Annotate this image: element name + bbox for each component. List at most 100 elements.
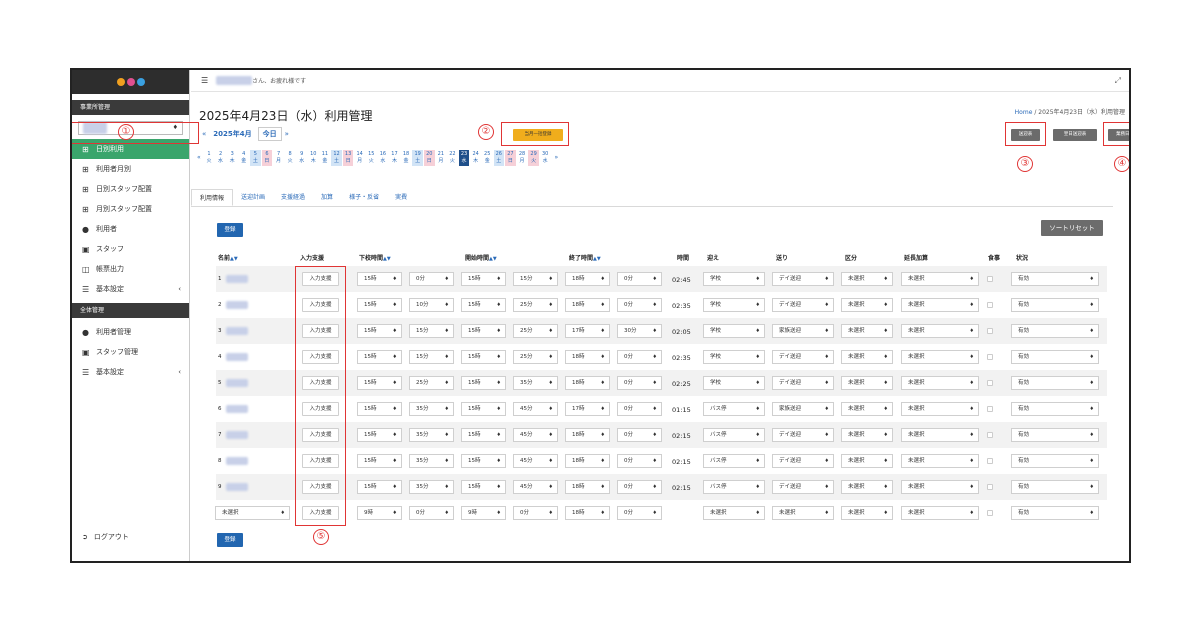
calendar-day[interactable]: 27 日 — [505, 150, 516, 166]
start-hour-select[interactable]: 15時 — [461, 454, 506, 468]
meal-checkbox[interactable] — [987, 458, 993, 464]
calendar-day[interactable]: 16 水 — [378, 150, 389, 166]
calendar-day[interactable]: 28 月 — [517, 150, 528, 166]
school-end-hour-select[interactable]: 15時 — [357, 428, 402, 442]
status-select[interactable]: 有効 — [1011, 402, 1099, 416]
start-minute-select[interactable]: 25分 — [513, 350, 558, 364]
calendar-day[interactable]: 3木 — [227, 150, 238, 166]
extension-select[interactable]: 未選択 — [901, 272, 979, 286]
end-minute-select[interactable]: 0分 — [617, 506, 662, 520]
end-minute-select[interactable]: 0分 — [617, 350, 662, 364]
logout-link[interactable]: ➲ ログアウト — [82, 532, 129, 542]
start-minute-select[interactable]: 25分 — [513, 324, 558, 338]
extension-select[interactable]: 未選択 — [901, 402, 979, 416]
school-end-hour-select[interactable]: 15時 — [357, 402, 402, 416]
breadcrumb-home[interactable]: Home — [1015, 109, 1033, 116]
start-hour-select[interactable]: 9時 — [461, 506, 506, 520]
calendar-day[interactable]: 24 木 — [470, 150, 481, 166]
end-minute-select[interactable]: 0分 — [617, 402, 662, 416]
end-hour-select[interactable]: 18時 — [565, 506, 610, 520]
extension-select[interactable]: 未選択 — [901, 298, 979, 312]
school-end-minute-select[interactable]: 35分 — [409, 428, 454, 442]
pickup-select[interactable]: 学校 — [703, 376, 765, 390]
sidebar-item-global-settings[interactable]: ☰ 基本設定 ‹ — [72, 362, 189, 382]
sidebar-item-staff[interactable]: ▣ スタッフ — [72, 239, 189, 259]
calendar-next-icon[interactable]: » — [554, 154, 558, 161]
category-select[interactable]: 未選択 — [841, 402, 893, 416]
start-hour-select[interactable]: 15時 — [461, 324, 506, 338]
user-name[interactable]: 利用者名 — [226, 431, 249, 439]
calendar-prev-icon[interactable]: « — [197, 154, 201, 161]
new-user-select[interactable]: 未選択 — [215, 506, 290, 520]
school-end-minute-select[interactable]: 35分 — [409, 454, 454, 468]
meal-checkbox[interactable] — [987, 354, 993, 360]
start-minute-select[interactable]: 45分 — [513, 480, 558, 494]
pickup-select[interactable]: 学校 — [703, 298, 765, 312]
dropoff-select[interactable]: デイ送迎 — [772, 350, 834, 364]
sidebar-item-users[interactable]: ● 利用者 — [72, 219, 189, 239]
expand-icon[interactable]: ⤢ — [1115, 76, 1121, 86]
pickup-select[interactable]: 学校 — [703, 350, 765, 364]
start-hour-select[interactable]: 15時 — [461, 402, 506, 416]
end-hour-select[interactable]: 18時 — [565, 350, 610, 364]
calendar-day[interactable]: 18 金 — [401, 150, 412, 166]
status-select[interactable]: 有効 — [1011, 350, 1099, 364]
end-minute-select[interactable]: 0分 — [617, 376, 662, 390]
status-select[interactable]: 有効 — [1011, 324, 1099, 338]
user-name[interactable]: 利用者名 — [226, 379, 249, 387]
category-select[interactable]: 未選択 — [841, 454, 893, 468]
tab-support-progress[interactable]: 支援経過 — [273, 189, 313, 206]
sidebar-item-staff-management[interactable]: ▣ スタッフ管理 — [72, 342, 189, 362]
category-select[interactable]: 未選択 — [841, 324, 893, 338]
extension-select[interactable]: 未選択 — [901, 350, 979, 364]
calendar-day[interactable]: 22 火 — [447, 150, 458, 166]
prev-month-button[interactable]: « — [202, 130, 206, 138]
meal-checkbox[interactable] — [987, 406, 993, 412]
register-button-top[interactable]: 登録 — [217, 223, 243, 237]
end-minute-select[interactable]: 0分 — [617, 480, 662, 494]
start-minute-select[interactable]: 45分 — [513, 454, 558, 468]
col-header-end[interactable]: 終了時間▲▼ — [569, 253, 601, 262]
pickup-select[interactable]: バス停 — [703, 402, 765, 416]
sort-reset-button[interactable]: ソートリセット — [1041, 220, 1103, 236]
calendar-day[interactable]: 15 火 — [366, 150, 377, 166]
extension-select[interactable]: 未選択 — [901, 454, 979, 468]
sidebar-item-daily-staff[interactable]: ⊞ 日別スタッフ配置 — [72, 179, 189, 199]
status-select[interactable]: 有効 — [1011, 376, 1099, 390]
category-select[interactable]: 未選択 — [841, 272, 893, 286]
school-end-hour-select[interactable]: 9時 — [357, 506, 402, 520]
calendar-day[interactable]: 23 水 — [458, 150, 470, 166]
category-select[interactable]: 未選択 — [841, 298, 893, 312]
end-hour-select[interactable]: 18時 — [565, 428, 610, 442]
start-minute-select[interactable]: 25分 — [513, 298, 558, 312]
dropoff-select[interactable]: デイ送迎 — [772, 272, 834, 286]
category-select[interactable]: 未選択 — [841, 350, 893, 364]
user-name[interactable]: 利用者名 — [226, 457, 249, 465]
end-minute-select[interactable]: 0分 — [617, 428, 662, 442]
calendar-day[interactable]: 1火 — [204, 150, 215, 166]
start-hour-select[interactable]: 15時 — [461, 272, 506, 286]
extension-select[interactable]: 未選択 — [901, 506, 979, 520]
start-minute-select[interactable]: 45分 — [513, 428, 558, 442]
calendar-day[interactable]: 21 月 — [436, 150, 447, 166]
meal-checkbox[interactable] — [987, 302, 993, 308]
start-minute-select[interactable]: 35分 — [513, 376, 558, 390]
end-minute-select[interactable]: 30分 — [617, 324, 662, 338]
status-select[interactable]: 有効 — [1011, 506, 1099, 520]
calendar-day[interactable]: 26 土 — [493, 150, 505, 166]
end-hour-select[interactable]: 17時 — [565, 324, 610, 338]
calendar-day[interactable]: 12 土 — [331, 150, 342, 166]
menu-icon[interactable]: ☰ — [201, 76, 208, 85]
calendar-day[interactable]: 11 金 — [320, 150, 331, 166]
start-minute-select[interactable]: 45分 — [513, 402, 558, 416]
meal-checkbox[interactable] — [987, 276, 993, 282]
school-end-hour-select[interactable]: 15時 — [357, 454, 402, 468]
school-end-hour-select[interactable]: 15時 — [357, 272, 402, 286]
meal-checkbox[interactable] — [987, 328, 993, 334]
dropoff-select[interactable]: 未選択 — [772, 506, 834, 520]
calendar-day[interactable]: 8火 — [285, 150, 296, 166]
status-select[interactable]: 有効 — [1011, 298, 1099, 312]
pickup-select[interactable]: バス停 — [703, 480, 765, 494]
school-end-hour-select[interactable]: 15時 — [357, 350, 402, 364]
pickup-select[interactable]: バス停 — [703, 454, 765, 468]
